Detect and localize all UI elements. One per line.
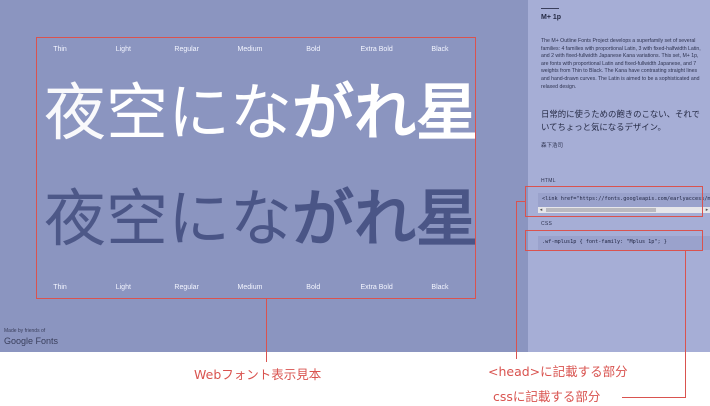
annotation-webfont-sample: Webフォント表示見本 [194,367,322,382]
font-japanese-sample: 日常的に使うための飽きのこない、それでいてちょっと気になるデザイン。 [541,109,700,132]
scroll-right-icon[interactable]: ▸ [704,207,710,213]
annotation-css-section: cssに記載する部分 [493,389,601,404]
css-highlight-box [525,230,703,251]
preview-highlight-box [36,37,476,299]
css-label: CSS [541,221,553,227]
html-label: HTML [541,178,556,184]
google-fonts-logo[interactable]: Google Fonts [4,336,58,346]
font-info-panel: M+ 1p The M+ Outline Fonts Project devel… [528,0,710,352]
google-fonts-madeby: Made by friends of [4,328,46,334]
font-description: The M+ Outline Fonts Project develops a … [541,38,701,90]
font-author: 森下浩司 [541,143,564,149]
html-highlight-box [525,186,703,217]
connector-head-vertical [516,201,517,359]
title-rule [541,8,559,9]
font-title: M+ 1p [541,14,562,21]
connector-head-horizontal [516,201,525,202]
connector-css-horizontal [622,397,686,398]
annotation-head-section: <head>に記載する部分 [488,364,628,379]
connector-webfont [266,299,267,362]
connector-css-vertical [685,251,686,397]
